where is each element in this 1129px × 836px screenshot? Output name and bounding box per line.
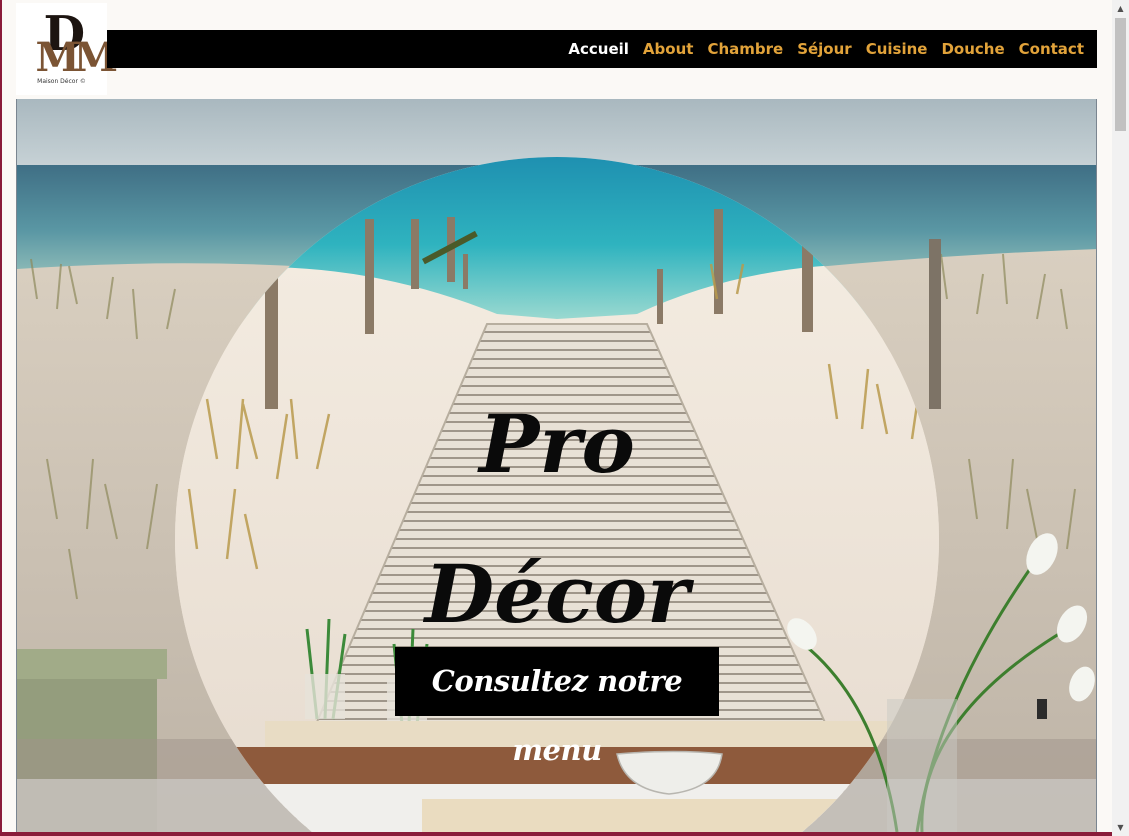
nav-item-sejour[interactable]: Séjour: [790, 30, 859, 68]
hero-title-line-1: Pro: [479, 397, 635, 491]
logo-letters-mm: MM: [35, 33, 119, 81]
window-bottom-edge: [0, 832, 1112, 836]
nav-item-contact[interactable]: Contact: [1012, 30, 1091, 68]
arrow-up-icon[interactable]: ▲: [1112, 0, 1129, 17]
hero-section: Pro Décor Consultez notre menu: [16, 99, 1097, 832]
page: D MM Maison Décor © Accueil About Chambr…: [2, 0, 1112, 832]
main-navbar: Accueil About Chambre Séjour Cuisine Dou…: [107, 30, 1097, 68]
site-logo[interactable]: D MM Maison Décor ©: [16, 3, 119, 95]
nav-item-douche[interactable]: Douche: [934, 30, 1011, 68]
site-header: D MM Maison Décor © Accueil About Chambr…: [2, 0, 1112, 99]
nav-list: Accueil About Chambre Séjour Cuisine Dou…: [561, 30, 1091, 68]
arrow-down-icon[interactable]: ▼: [1112, 819, 1129, 836]
nav-item-about[interactable]: About: [636, 30, 701, 68]
nav-item-accueil[interactable]: Accueil: [561, 30, 636, 68]
hero-title: Pro Décor: [357, 369, 757, 669]
scrollbar-thumb[interactable]: [1115, 18, 1126, 131]
logo-mark: D MM: [34, 10, 119, 78]
nav-item-cuisine[interactable]: Cuisine: [859, 30, 935, 68]
nav-item-chambre[interactable]: Chambre: [700, 30, 790, 68]
page-scrollbar[interactable]: ▲ ▼: [1112, 0, 1129, 836]
menu-cta-button[interactable]: Consultez notre menu: [395, 647, 719, 767]
